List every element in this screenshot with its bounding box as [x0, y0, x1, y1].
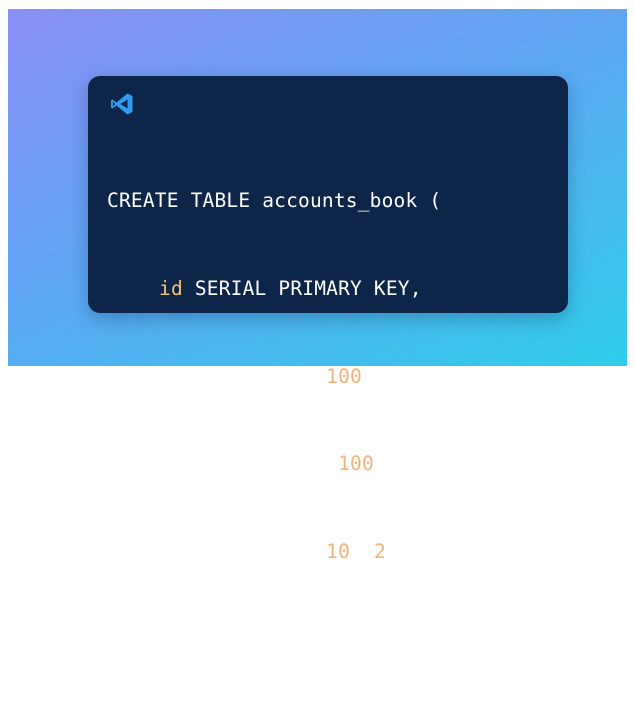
price-definition-start: price decimal(: [159, 539, 327, 563]
title-definition-end: ) NOT NULL,: [362, 364, 494, 388]
code-line-price: price decimal(10, 2) NOT NULL: [107, 537, 505, 566]
author-definition-start: author CARCHAR(: [159, 452, 339, 476]
vscode-icon: [111, 93, 133, 115]
price-precision: 10: [326, 539, 351, 563]
code-line-author: author CARCHAR(100) NOT NULL,: [107, 449, 505, 478]
column-name-id: id: [159, 277, 183, 300]
author-definition-end: ) NOT NULL,: [373, 452, 506, 476]
code-line-id: id SERIAL PRIMARY KEY,: [107, 274, 505, 303]
code-line-title: title VARCHAR(100) NOT NULL,: [107, 362, 505, 391]
create-table-statement: CREATE TABLE accounts_book (: [107, 189, 442, 213]
author-length: 100: [338, 452, 374, 476]
price-scale: 2: [373, 539, 386, 563]
code-line-create: CREATE TABLE accounts_book (: [107, 186, 505, 215]
sql-code-block: CREATE TABLE accounts_book ( id SERIAL P…: [107, 128, 505, 712]
price-separator: ,: [350, 539, 374, 563]
title-length: 100: [326, 364, 362, 388]
closing-paren: );: [107, 627, 131, 651]
gradient-background: CREATE TABLE accounts_book ( id SERIAL P…: [8, 9, 627, 650]
code-card: CREATE TABLE accounts_book ( id SERIAL P…: [88, 76, 568, 650]
title-definition-start: title VARCHAR(: [159, 364, 327, 388]
id-definition: SERIAL PRIMARY KEY,: [182, 277, 422, 300]
code-line-close: );: [107, 624, 505, 653]
price-definition-end: ) NOT NULL: [385, 539, 506, 563]
